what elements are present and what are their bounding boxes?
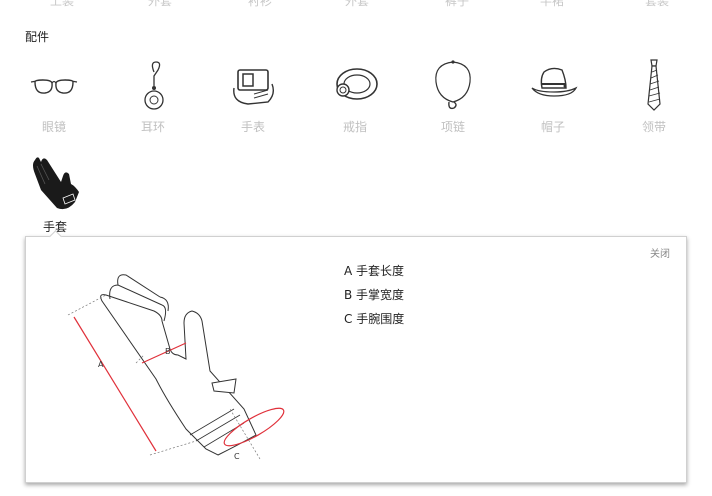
accessory-label: 帽子: [540, 120, 565, 134]
accessory-label: 耳环: [140, 120, 165, 134]
ring-icon: [336, 68, 378, 100]
accessory-earring[interactable]: 耳环: [113, 58, 193, 138]
accessory-watch[interactable]: 手表: [213, 58, 293, 138]
prev-label[interactable]: 上装: [50, 0, 74, 9]
previous-row-labels: 上装 外套 衬衫 外套 裤子 半裙 套装: [0, 0, 712, 8]
measure-item: B 手掌宽度: [344, 288, 405, 302]
glasses-icon: [30, 79, 78, 94]
prev-label[interactable]: 外套: [148, 0, 172, 9]
accessory-ring[interactable]: 戒指: [315, 58, 395, 138]
hat-icon: [531, 67, 578, 97]
section-title: 配件: [25, 30, 50, 44]
diagram-label-a: A: [98, 360, 104, 369]
accessory-tie[interactable]: 领带: [614, 58, 694, 138]
accessory-glasses[interactable]: 眼镜: [14, 58, 94, 138]
prev-label[interactable]: 外套: [345, 0, 369, 9]
accessory-label: 领带: [641, 120, 666, 134]
accessory-label: 手表: [240, 120, 265, 134]
accessory-hat[interactable]: 帽子: [513, 58, 593, 138]
necklace-icon: [435, 60, 471, 110]
measure-item: A 手套长度: [344, 264, 405, 278]
accessory-glove-selected[interactable]: 手套: [15, 154, 95, 234]
diagram-label-c: C: [234, 452, 240, 461]
prev-label[interactable]: 半裙: [540, 0, 564, 9]
earring-icon: [144, 61, 164, 110]
accessory-necklace[interactable]: 项链: [413, 58, 493, 138]
glove-size-diagram: A B C: [67, 274, 285, 461]
glove-icon: [33, 157, 79, 210]
watch-icon: [233, 69, 275, 105]
size-guide-panel: 关闭 A B C A 手套长度 B 手掌宽度 C 手腕围度: [25, 236, 687, 483]
measure-item: C 手腕围度: [344, 312, 405, 326]
accessory-label: 眼镜: [41, 120, 66, 134]
accessory-label: 项链: [440, 120, 465, 134]
tie-icon: [647, 59, 661, 111]
prev-label[interactable]: 裤子: [445, 0, 469, 9]
diagram-label-b: B: [165, 347, 171, 356]
prev-label[interactable]: 衬衫: [248, 0, 272, 9]
close-button[interactable]: 关闭: [650, 245, 670, 260]
prev-label[interactable]: 套装: [645, 0, 669, 9]
accessory-label: 戒指: [342, 120, 367, 134]
measure-list: A 手套长度 B 手掌宽度 C 手腕围度: [344, 263, 404, 335]
